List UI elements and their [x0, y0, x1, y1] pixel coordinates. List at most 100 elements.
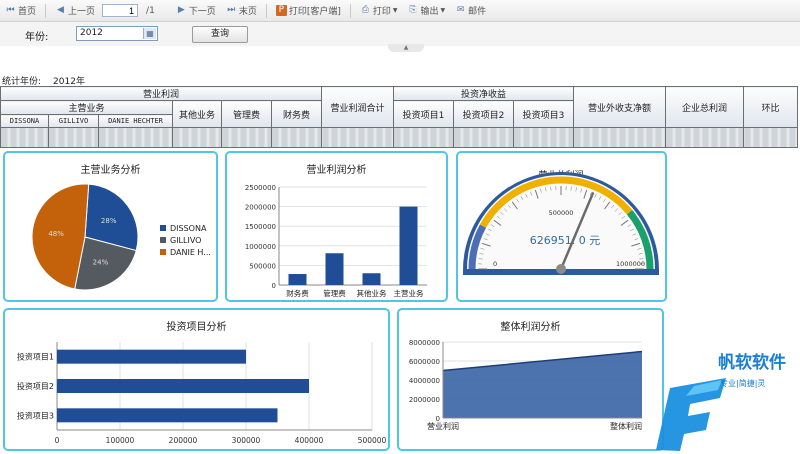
- mail-icon: ✉: [455, 5, 466, 16]
- toolbar-divider: [45, 4, 46, 18]
- x-tick-label: 400000: [295, 436, 324, 445]
- y-tick-label: 2000000: [409, 396, 440, 404]
- x-tick-label: 主营业务: [394, 288, 424, 298]
- table-cell: [574, 128, 666, 148]
- gauge-chart: 营业总利润05000001000000626951. 0 元: [458, 153, 665, 300]
- y-tick-label: 0: [272, 282, 276, 290]
- collapse-toggle[interactable]: ▲: [388, 44, 424, 52]
- prev-page-label: 上一页: [68, 4, 95, 17]
- next-page-button[interactable]: ▶下一页: [173, 2, 219, 20]
- pie-chart: 28%24%48%: [15, 177, 165, 302]
- header-mgmt-fee: 管理费: [222, 101, 272, 128]
- header-yoy: 环比: [744, 87, 798, 128]
- area-chart: 02000000400000060000008000000营业利润整体利润: [399, 334, 662, 449]
- y-tick-label: 投资项目3: [17, 410, 54, 420]
- table-cell: [666, 128, 744, 148]
- bar: [363, 273, 381, 285]
- calendar-icon[interactable]: ▦: [143, 28, 156, 39]
- print-client-icon: P: [276, 5, 287, 16]
- header-other-business: 其他业务: [173, 101, 222, 128]
- query-button[interactable]: 查询: [192, 26, 248, 43]
- chevron-down-icon: ▼: [441, 7, 446, 14]
- year-input[interactable]: 2012 ▦: [76, 26, 158, 41]
- bar: [326, 253, 344, 285]
- print-button[interactable]: ⎙打印▼: [357, 2, 401, 20]
- first-page-button[interactable]: ⏮首页: [2, 2, 39, 20]
- bar: [57, 350, 246, 364]
- table-cell: [454, 128, 514, 148]
- x-tick-label: 整体利润: [610, 421, 642, 431]
- header-invest-item-3: 投资项目3: [514, 101, 574, 128]
- toolbar-divider: [266, 4, 267, 18]
- header-danie-hechter: DANIE HECHTER: [99, 115, 173, 128]
- page-number-input[interactable]: [102, 4, 138, 17]
- table-cell: [744, 128, 798, 148]
- y-tick-label: 4000000: [409, 377, 440, 385]
- bar: [400, 207, 418, 285]
- legend-label: DISSONA: [170, 224, 206, 233]
- first-page-icon: ⏮: [5, 5, 16, 16]
- header-invest-item-2: 投资项目2: [454, 101, 514, 128]
- bar: [57, 379, 309, 393]
- legend-swatch: [160, 249, 166, 255]
- header-op-profit-total: 营业利润合计: [322, 87, 394, 128]
- printer-icon: ⎙: [360, 5, 371, 16]
- legend-label: GILLIVO: [170, 236, 201, 245]
- hbar-chart: 0100000200000300000400000500000投资项目1投资项目…: [5, 334, 388, 449]
- page-total: /1: [146, 6, 155, 16]
- last-page-button[interactable]: ⏭末页: [223, 2, 260, 20]
- x-tick-label: 营业利润: [427, 421, 459, 431]
- legend-item: DISSONA: [160, 222, 211, 234]
- x-tick-label: 财务费: [286, 288, 309, 298]
- print-label: 打印: [373, 4, 391, 17]
- brand-logo-icon: 帆软软件 专业|简捷|灵: [648, 340, 800, 451]
- table-row: [1, 128, 798, 148]
- mail-button[interactable]: ✉邮件: [452, 2, 489, 20]
- x-tick-label: 0: [55, 436, 60, 445]
- x-tick-label: 200000: [169, 436, 198, 445]
- y-tick-label: 2000000: [245, 204, 276, 212]
- brand-tagline: 专业|简捷|灵: [720, 378, 765, 388]
- chevron-down-icon: ▼: [393, 7, 398, 14]
- header-total-profit: 企业总利润: [666, 87, 744, 128]
- legend-swatch: [160, 225, 166, 231]
- table-cell: [322, 128, 394, 148]
- export-button[interactable]: ⎘输出▼: [405, 2, 449, 20]
- prev-page-icon: ◀: [55, 5, 66, 16]
- y-tick-label: 500000: [249, 262, 276, 270]
- table-cell: [99, 128, 173, 148]
- legend-item: GILLIVO: [160, 234, 211, 246]
- gauge-tick-label: 500000: [549, 209, 574, 217]
- print-client-button[interactable]: P打印[客户端]: [273, 2, 344, 20]
- profit-table: 营业利润 营业利润合计 投资净收益 营业外收支净额 企业总利润 环比 主营业务 …: [0, 86, 798, 148]
- header-gillivo: GILLIVO: [49, 115, 99, 128]
- bar: [289, 274, 307, 285]
- pie-title: 主营业务分析: [5, 161, 216, 176]
- header-operating-profit: 营业利润: [1, 87, 322, 101]
- header-finance-fee: 财务费: [272, 101, 322, 128]
- export-icon: ⎘: [408, 5, 419, 16]
- table-cell: [1, 128, 49, 148]
- operating-profit-panel: 营业利润分析 050000010000001500000200000025000…: [225, 151, 448, 302]
- x-tick-label: 100000: [106, 436, 135, 445]
- header-main-business: 主营业务: [1, 101, 173, 115]
- pie-slice-label: 24%: [93, 259, 109, 267]
- report-toolbar: ⏮首页 ◀上一页 /1 ▶下一页 ⏭末页 P打印[客户端] ⎙打印▼ ⎘输出▼ …: [0, 0, 800, 22]
- table-cell: [394, 128, 454, 148]
- gauge-hub: [556, 264, 566, 274]
- gauge-tick-label: 0: [493, 260, 497, 268]
- y-tick-label: 8000000: [409, 339, 440, 347]
- bar-chart: 05000001000000150000020000002500000财务费管理…: [227, 177, 446, 302]
- year-value: 2012: [80, 28, 103, 38]
- last-page-label: 末页: [239, 4, 257, 17]
- x-tick-label: 300000: [232, 436, 261, 445]
- filter-bar: 年份: 2012 ▦ 查询: [0, 22, 800, 46]
- prev-page-button[interactable]: ◀上一页: [52, 2, 98, 20]
- total-profit-panel: 营业总利润05000001000000626951. 0 元: [456, 151, 667, 302]
- year-label: 年份:: [25, 28, 48, 43]
- header-dissona: DISSONA: [1, 115, 49, 128]
- next-page-icon: ▶: [176, 5, 187, 16]
- x-tick-label: 500000: [358, 436, 387, 445]
- y-tick-label: 1500000: [245, 223, 276, 231]
- brand-name: 帆软软件: [718, 352, 786, 373]
